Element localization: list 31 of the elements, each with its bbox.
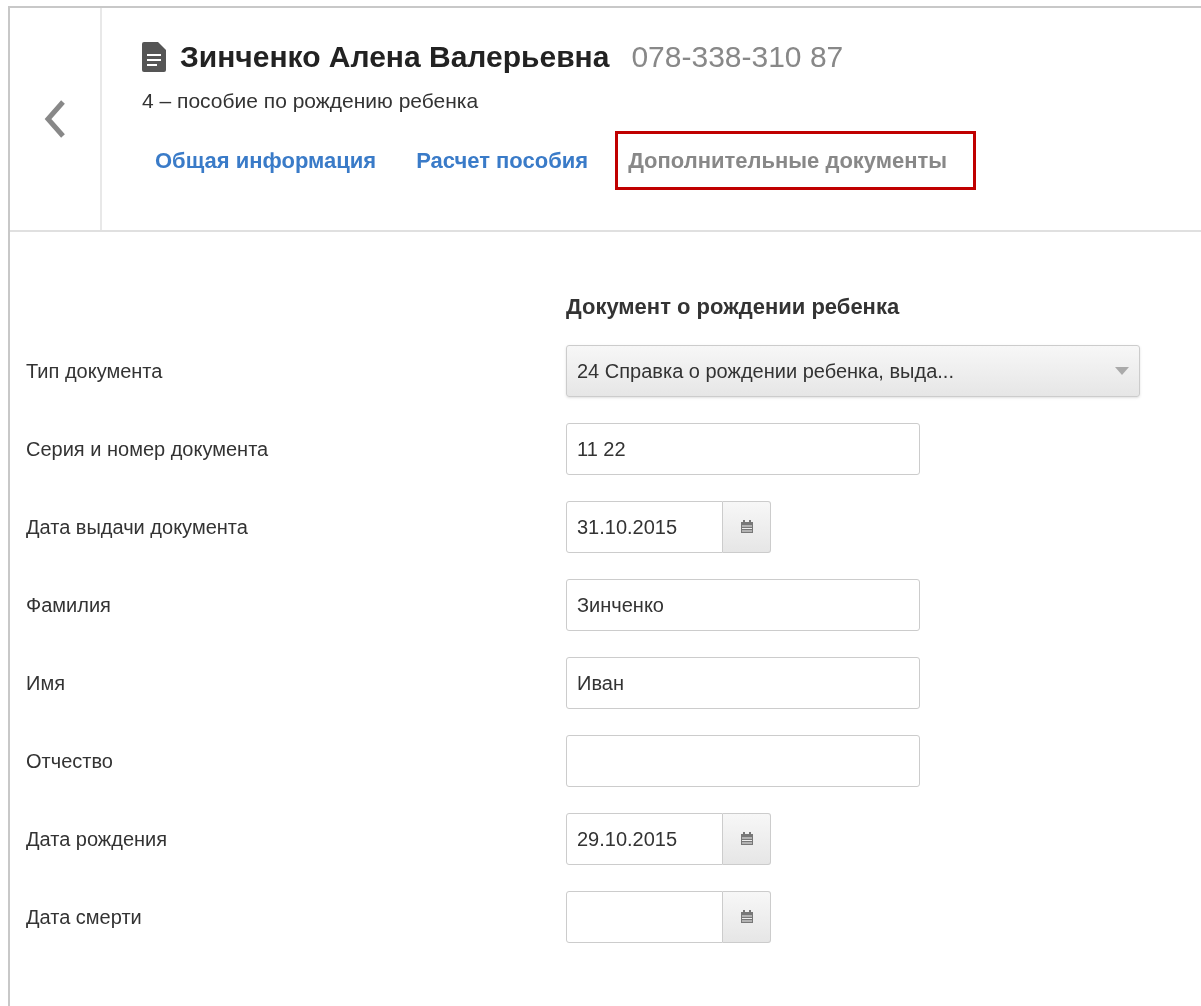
tab[interactable]: Расчет пособия	[403, 130, 602, 190]
person-name: Зинченко Алена Валерьевна	[180, 39, 610, 75]
calendar-icon	[738, 909, 755, 925]
field-label: Имя	[25, 671, 66, 696]
field-label: Серия и номер документа	[25, 437, 270, 462]
input-field[interactable]: 11 22	[566, 423, 920, 475]
field-label: Дата выдачи документа	[25, 515, 249, 540]
calendar-icon	[738, 519, 755, 535]
input-field[interactable]	[566, 735, 920, 787]
date-field[interactable]	[566, 891, 723, 943]
calendar-icon	[738, 831, 755, 847]
field-label: Тип документа	[25, 359, 164, 384]
dropdown-caret-icon	[1115, 367, 1129, 375]
field-label: Фамилия	[25, 593, 112, 618]
document-type-dropdown[interactable]: 24 Справка о рождении ребенка, выда...	[566, 345, 1140, 397]
person-number: 078-338-310 87	[631, 39, 844, 75]
document-icon	[142, 41, 166, 72]
subtitle: 4 – пособие по рождению ребенка	[142, 88, 480, 114]
calendar-button[interactable]	[723, 501, 771, 553]
input-field[interactable]: Зинченко	[566, 579, 920, 631]
tab[interactable]: Дополнительные документы	[615, 130, 977, 190]
field-label: Дата рождения	[25, 827, 169, 852]
field-label: Отчество	[25, 749, 114, 774]
field-label: Дата смерти	[25, 905, 143, 930]
section-title: Документ о рождении ребенка	[566, 293, 901, 321]
date-field[interactable]: 29.10.2015	[566, 813, 723, 865]
tab[interactable]: Общая информация	[142, 130, 390, 190]
calendar-button[interactable]	[723, 891, 771, 943]
calendar-button[interactable]	[723, 813, 771, 865]
input-field[interactable]: Иван	[566, 657, 920, 709]
date-field[interactable]: 31.10.2015	[566, 501, 723, 553]
